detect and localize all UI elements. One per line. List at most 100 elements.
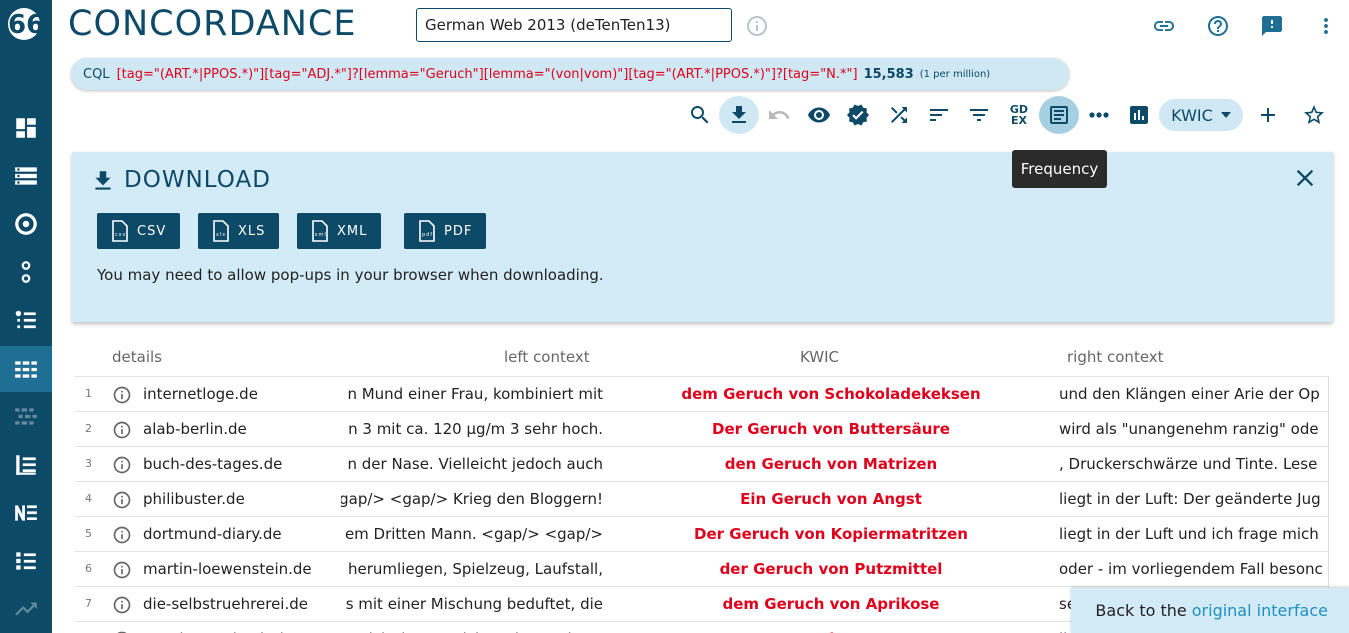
sidebar-item-dashboard[interactable] — [0, 105, 52, 151]
sketch-engine-logo-icon[interactable]: 66 — [8, 8, 44, 40]
header-kwic: KWIC — [800, 348, 840, 366]
row-kwic[interactable]: dem Geruch von Aprikose — [621, 595, 1041, 613]
row-left-context: gap/> <gap/> Krieg den Bloggern! — [341, 490, 603, 508]
gdex-icon: GD EX — [1009, 103, 1029, 127]
row-source[interactable]: martin-loewenstein.de — [143, 560, 312, 578]
download-title: DOWNLOAD — [124, 167, 271, 193]
svg-text:xml: xml — [315, 232, 327, 238]
row-left-context: s mit einer Mischung beduftet, die — [345, 595, 603, 613]
double-circle-icon — [21, 261, 31, 283]
row-right-context: und den Klängen einer Arie der Op — [1059, 385, 1320, 403]
row-left-context: n der Nase. Vielleicht jedoch auch — [347, 455, 603, 473]
csv-file-icon: csv — [112, 220, 128, 242]
info-icon[interactable] — [112, 595, 132, 615]
sidebar-item-corpora[interactable] — [0, 153, 52, 199]
download-csv-button[interactable]: csv CSV — [97, 213, 181, 249]
sidebar-item-concordance[interactable] — [0, 346, 52, 392]
wordlist-icon — [16, 455, 36, 475]
row-source[interactable]: buch-des-tages.de — [143, 455, 282, 473]
download-xml-button[interactable]: xml XML — [297, 213, 382, 249]
sidebar-item-ngrams[interactable] — [0, 538, 52, 584]
info-icon[interactable] — [112, 560, 132, 580]
more-horiz-icon — [1089, 112, 1109, 118]
list-bullet-icon — [15, 310, 36, 329]
header-details: details — [112, 348, 162, 366]
more-options-button[interactable] — [1079, 96, 1119, 134]
sidebar-item-trends[interactable] — [0, 586, 52, 632]
download-button[interactable] — [719, 96, 759, 134]
download-xls-button[interactable]: xls XLS — [198, 213, 280, 249]
download-icon — [90, 168, 116, 194]
table-row[interactable]: 1 internetloge.de n Mund einer Frau, kombi… — [75, 376, 1328, 411]
download-pdf-button[interactable]: pdf PDF — [404, 213, 487, 249]
info-icon[interactable] — [112, 455, 132, 475]
sort-button[interactable] — [919, 96, 959, 134]
trending-up-icon — [15, 602, 37, 616]
table-row[interactable]: 2 alab-berlin.de n 3 mit ca. 120 µg/m 3 se… — [75, 411, 1328, 446]
search-again-button[interactable] — [680, 96, 720, 134]
info-icon[interactable] — [112, 420, 132, 440]
undo-icon — [769, 110, 790, 119]
original-interface-link[interactable]: original interface — [1192, 601, 1328, 620]
frequency-button[interactable] — [1039, 96, 1079, 134]
svg-text:xls: xls — [216, 232, 226, 238]
header-right-context: right context — [1067, 348, 1164, 366]
row-right-context: , Druckerschwärze und Tinte. Lese — [1059, 455, 1318, 473]
table-row[interactable]: 3 buch-des-tages.de n der Nase. Vielleicht… — [75, 446, 1328, 481]
more-vert-icon[interactable] — [1312, 12, 1340, 40]
sidebar-item-parallel-concordance[interactable] — [0, 394, 52, 440]
shuffle-button[interactable] — [879, 96, 919, 134]
per-million: (1 per million) — [919, 68, 991, 80]
info-icon[interactable] — [112, 385, 132, 405]
target-icon — [15, 213, 37, 235]
svg-text:csv: csv — [115, 232, 126, 238]
sidebar-item-difference[interactable] — [0, 249, 52, 295]
add-button[interactable] — [1248, 96, 1288, 134]
favourite-button[interactable] — [1294, 96, 1334, 134]
row-left-context: herumliegen, Spielzeug, Laufstall, — [348, 560, 603, 578]
row-right-context: liegt in der Luft und ich frage mich — [1059, 525, 1319, 543]
info-icon[interactable] — [112, 525, 132, 545]
link-icon[interactable] — [1150, 12, 1178, 40]
cql-query-chip[interactable]: CQL [tag="(ART.*|PPOS.*)"][tag="ADJ.*"]?… — [71, 58, 1069, 90]
help-icon[interactable] — [1204, 12, 1232, 40]
back-to-original-box: Back to the original interface — [1071, 588, 1349, 633]
sidebar-item-thesaurus[interactable] — [0, 297, 52, 343]
row-kwic[interactable]: Ein Geruch von Angst — [621, 490, 1041, 508]
row-kwic[interactable]: der Geruch von Putzmittel — [621, 560, 1041, 578]
feedback-icon[interactable] — [1258, 12, 1286, 40]
row-source[interactable]: alab-berlin.de — [143, 420, 247, 438]
sidebar-item-wordsketch[interactable] — [0, 201, 52, 247]
table-row[interactable]: 6 martin-loewenstein.de herumliegen, Spiel… — [75, 551, 1328, 586]
view-mode-select[interactable]: KWIC — [1159, 99, 1243, 131]
sidebar-item-keywords[interactable] — [0, 490, 52, 536]
row-source[interactable]: dortmund-diary.de — [143, 525, 282, 543]
corpus-info-icon[interactable] — [745, 14, 769, 38]
undo-button[interactable] — [759, 96, 799, 134]
download-panel: DOWNLOAD csv CSV xls XLS xml XML pdf PDF… — [72, 152, 1333, 322]
sort-icon — [930, 109, 948, 121]
row-number: 1 — [85, 387, 92, 400]
sidebar: 66 — [0, 0, 52, 633]
good-dictionary-examples-button[interactable] — [838, 96, 878, 134]
text-type-analysis-button[interactable] — [1119, 96, 1159, 134]
row-source[interactable]: die-selbstruehrerei.de — [143, 595, 308, 613]
row-source[interactable]: philibuster.de — [143, 490, 245, 508]
row-kwic[interactable]: Der Geruch von Kopiermatritzen — [621, 525, 1041, 543]
corpus-selector[interactable]: German Web 2013 (deTenTen13) — [416, 8, 732, 42]
row-kwic[interactable]: Der Geruch von Buttersäure — [621, 420, 1041, 438]
info-icon[interactable] — [112, 490, 132, 510]
back-text: Back to the — [1095, 601, 1187, 620]
close-icon[interactable] — [1291, 164, 1319, 192]
row-source[interactable]: internetloge.de — [143, 385, 258, 403]
gdex-button[interactable]: GD EX — [999, 96, 1039, 134]
sidebar-item-wordlist[interactable] — [0, 442, 52, 488]
row-kwic[interactable]: den Geruch von Matrizen — [621, 455, 1041, 473]
table-row[interactable]: 4 philibuster.de gap/> <gap/> Krieg den Bl… — [75, 481, 1328, 516]
filter-button[interactable] — [959, 96, 999, 134]
table-row[interactable]: 5 dortmund-diary.de em Dritten Mann. <gap/… — [75, 516, 1328, 551]
row-number: 4 — [85, 492, 92, 505]
view-options-button[interactable] — [799, 96, 839, 134]
row-number: 6 — [85, 562, 92, 575]
row-kwic[interactable]: dem Geruch von Schokoladekeksen — [621, 385, 1041, 403]
